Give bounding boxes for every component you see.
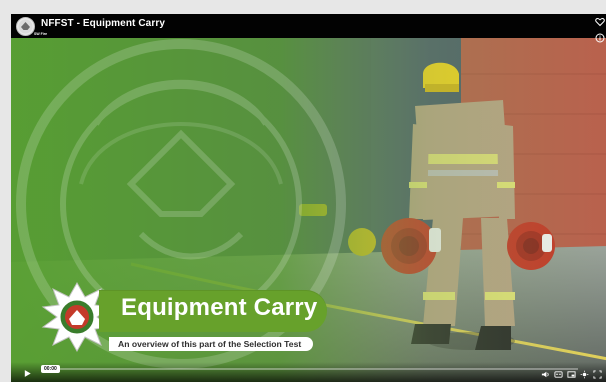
heart-icon[interactable] — [595, 17, 605, 27]
current-time: 00:00 — [41, 365, 60, 373]
top-right-icons — [595, 17, 605, 45]
player-controls: 00:00 — [11, 362, 606, 382]
video-title[interactable]: NFFST - Equipment Carry — [41, 18, 165, 29]
lower-third-subtitle: An overview of this part of the Selectio… — [118, 339, 302, 349]
progress-bar[interactable] — [42, 368, 578, 370]
info-icon[interactable] — [595, 33, 605, 43]
channel-avatar[interactable] — [16, 17, 35, 36]
channel-crest-icon — [18, 19, 33, 34]
captions-icon[interactable] — [554, 370, 563, 379]
play-icon[interactable] — [23, 369, 32, 378]
channel-label: SW Fire — [34, 32, 48, 36]
video-player[interactable]: NFFST - Equipment Carry SW Fire Equipmen… — [11, 14, 606, 382]
video-top-bar: NFFST - Equipment Carry SW Fire — [11, 14, 606, 43]
lower-third-title: Equipment Carry — [121, 294, 318, 321]
settings-icon[interactable] — [580, 370, 589, 379]
volume-icon[interactable] — [541, 370, 550, 379]
right-controls — [541, 369, 602, 379]
fullscreen-icon[interactable] — [593, 369, 602, 379]
pip-icon[interactable] — [567, 370, 576, 379]
